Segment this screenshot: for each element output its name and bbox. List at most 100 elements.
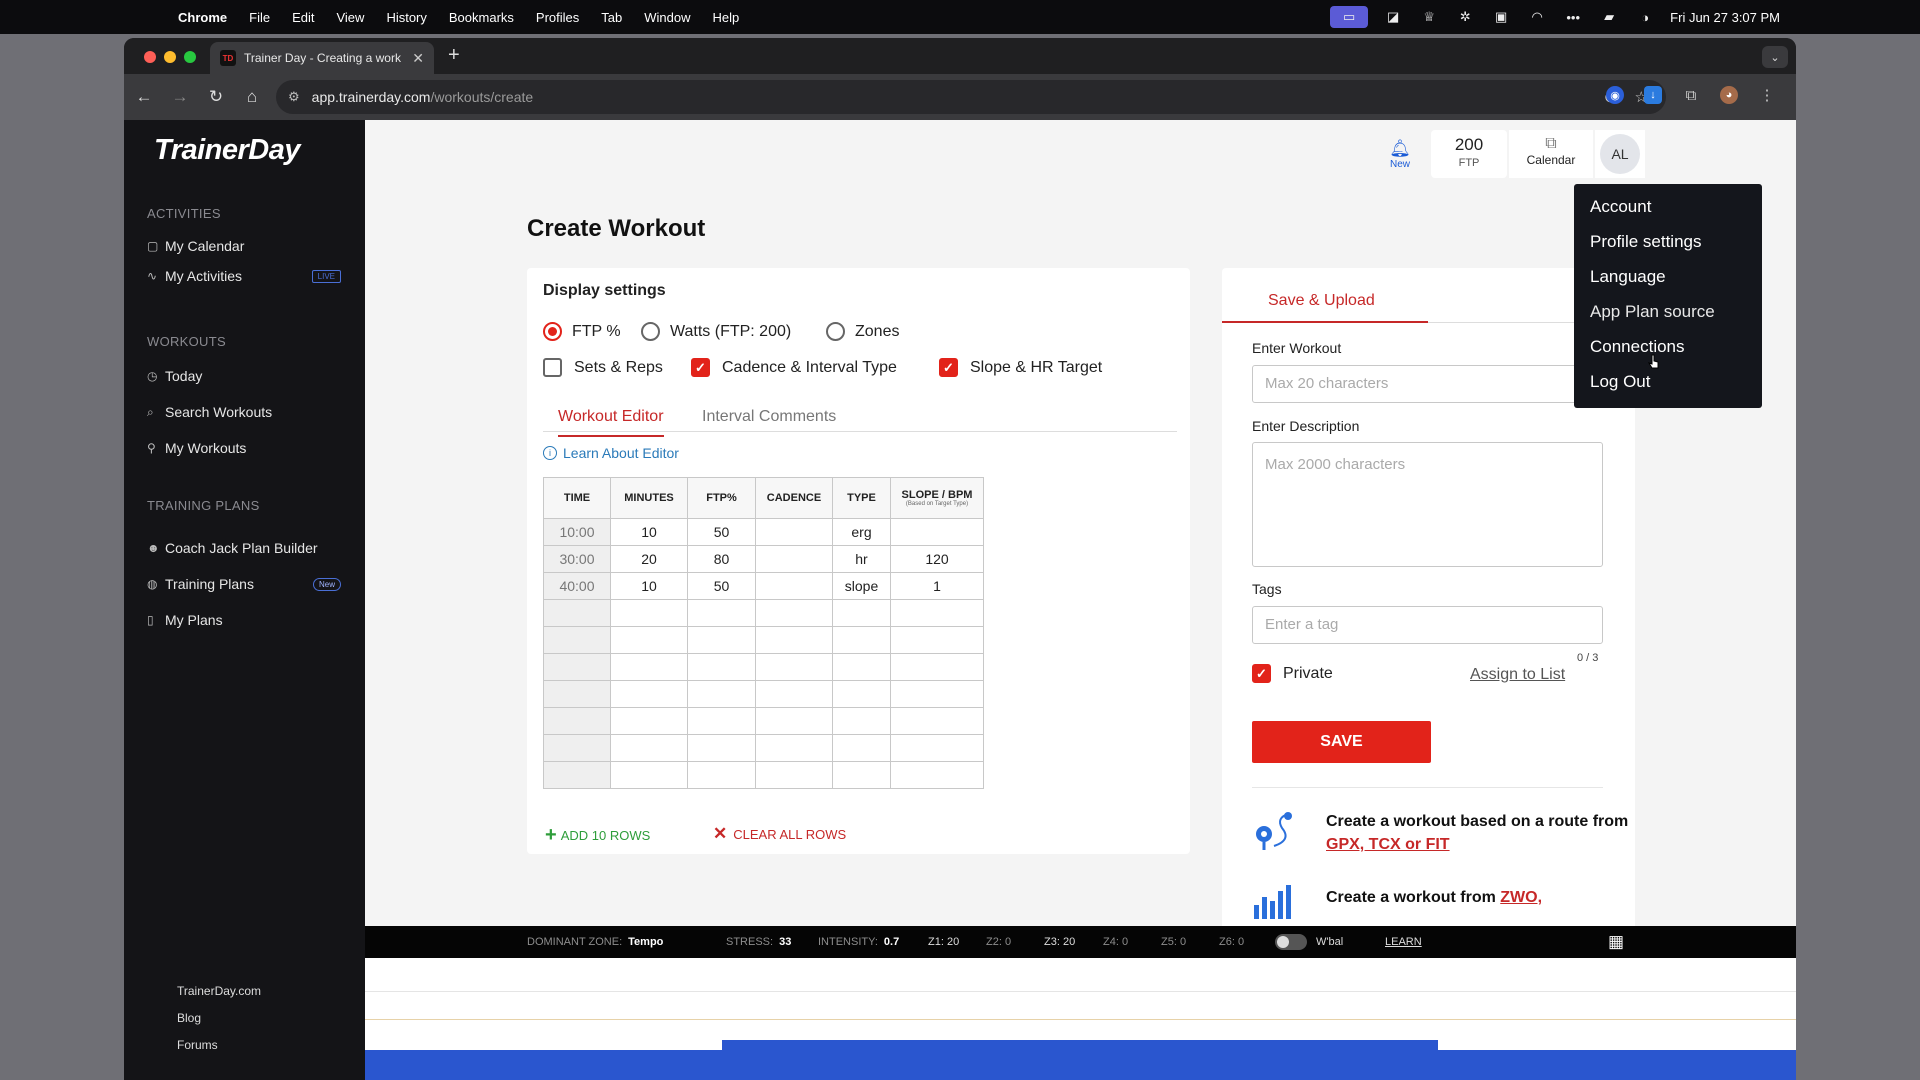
tags-input[interactable]: Enter a tag (1252, 606, 1603, 644)
password-ext-icon[interactable]: ◉ (1606, 86, 1624, 104)
table-cell[interactable] (610, 626, 688, 654)
close-window-button[interactable] (144, 51, 156, 63)
checkbox-cadence-interval[interactable]: ✓ Cadence & Interval Type (691, 358, 897, 377)
radio-watts[interactable]: Watts (FTP: 200) (641, 322, 791, 341)
tab-workout-editor[interactable]: Workout Editor (558, 408, 664, 437)
control-center-icon[interactable]: ◑ (1634, 8, 1656, 26)
table-cell[interactable]: 50 (687, 572, 756, 600)
sidebar-item-my-calendar[interactable]: ▢ My Calendar (147, 238, 347, 254)
table-cell[interactable] (890, 518, 984, 546)
sidebar-item-coach-jack[interactable]: ☻ Coach Jack Plan Builder (147, 540, 347, 556)
table-cell[interactable] (610, 653, 688, 681)
table-cell[interactable] (755, 599, 833, 627)
address-bar[interactable]: ⚙ app.trainerday.com/workouts/create ⊘ ☆ (276, 80, 1666, 114)
table-cell[interactable] (890, 707, 984, 735)
clear-rows-button[interactable]: ✕ CLEAR ALL ROWS (713, 824, 846, 844)
tab-search-chevron-icon[interactable]: ⌄ (1762, 46, 1788, 68)
radio-zones[interactable]: Zones (826, 322, 899, 341)
menubar-datetime[interactable]: Fri Jun 27 3:07 PM (1670, 10, 1780, 25)
forward-icon[interactable]: → (162, 87, 198, 107)
table-cell[interactable] (755, 734, 833, 762)
menu-profiles[interactable]: Profiles (536, 10, 579, 25)
table-cell[interactable]: 50 (687, 518, 756, 546)
menu-item-log-out[interactable]: Log Out (1574, 371, 1762, 406)
footer-link-forums[interactable]: Forums (177, 1038, 218, 1052)
table-cell[interactable] (755, 572, 833, 600)
table-cell[interactable] (687, 626, 756, 654)
reload-icon[interactable]: ↻ (198, 87, 234, 107)
checkbox-slope-hr[interactable]: ✓ Slope & HR Target (939, 358, 1102, 377)
menu-help[interactable]: Help (713, 10, 740, 25)
assign-to-list-link[interactable]: Assign to List (1470, 666, 1565, 684)
table-cell[interactable] (687, 653, 756, 681)
description-textarea[interactable]: Max 2000 characters (1252, 442, 1603, 567)
back-icon[interactable]: ← (126, 87, 162, 107)
table-cell[interactable] (832, 761, 891, 789)
status-trophy-icon[interactable]: ♕ (1418, 8, 1440, 26)
table-cell[interactable] (755, 545, 833, 573)
zwo-link[interactable]: ZWO, (1500, 889, 1542, 906)
wifi-icon[interactable]: ◠ (1526, 8, 1548, 26)
radio-ftp-percent[interactable]: FTP % (543, 322, 621, 341)
sidebar-item-my-plans[interactable]: ▯ My Plans (147, 612, 347, 628)
table-cell[interactable] (687, 707, 756, 735)
chrome-menu-icon[interactable]: ⋮ (1758, 86, 1776, 104)
table-cell[interactable] (610, 734, 688, 762)
table-cell[interactable] (610, 680, 688, 708)
trainerday-logo[interactable]: TrainerDay (154, 134, 301, 167)
extensions-puzzle-icon[interactable]: ⧉ (1682, 86, 1700, 104)
close-tab-icon[interactable]: ✕ (412, 50, 424, 67)
calculator-icon[interactable]: ▦ (1608, 932, 1624, 952)
table-cell[interactable]: 20 (610, 545, 688, 573)
sidebar-item-today[interactable]: ◷ Today (147, 368, 347, 384)
profile-avatar-icon[interactable]: ◕ (1720, 86, 1738, 104)
add-rows-button[interactable]: + ADD 10 ROWS (545, 824, 650, 847)
private-checkbox[interactable]: ✓ Private (1252, 664, 1333, 683)
save-button[interactable]: SAVE (1252, 721, 1431, 763)
home-icon[interactable]: ⌂ (234, 87, 270, 107)
notifications-button[interactable]: 🔔︎ New (1375, 139, 1425, 170)
table-cell[interactable] (687, 761, 756, 789)
site-info-icon[interactable]: ⚙ (288, 89, 300, 105)
minimize-window-button[interactable] (164, 51, 176, 63)
table-cell[interactable] (890, 734, 984, 762)
table-cell[interactable] (610, 599, 688, 627)
menu-tab[interactable]: Tab (601, 10, 622, 25)
ftp-button[interactable]: 200 FTP (1431, 130, 1507, 178)
table-cell[interactable]: 80 (687, 545, 756, 573)
table-cell[interactable] (890, 653, 984, 681)
screen-mirror-icon[interactable]: ▭ (1330, 6, 1369, 28)
table-cell[interactable]: 10 (610, 518, 688, 546)
gpx-link[interactable]: GPX, TCX or FIT (1326, 836, 1450, 853)
table-cell[interactable] (610, 707, 688, 735)
checkbox-sets-reps[interactable]: Sets & Reps (543, 358, 663, 377)
table-cell[interactable] (610, 761, 688, 789)
table-cell[interactable]: slope (832, 572, 891, 600)
table-cell[interactable] (832, 680, 891, 708)
table-cell[interactable] (755, 707, 833, 735)
table-cell[interactable]: 10 (610, 572, 688, 600)
table-cell[interactable] (832, 707, 891, 735)
table-cell[interactable] (832, 626, 891, 654)
menu-app-name[interactable]: Chrome (178, 10, 227, 25)
battery-icon[interactable]: ▰ (1598, 8, 1620, 26)
table-cell[interactable] (890, 626, 984, 654)
more-icon[interactable]: ••• (1562, 8, 1584, 26)
table-cell[interactable] (755, 518, 833, 546)
wbal-toggle[interactable] (1275, 934, 1307, 950)
table-cell[interactable] (687, 599, 756, 627)
tab-interval-comments[interactable]: Interval Comments (702, 408, 836, 426)
table-cell[interactable] (832, 599, 891, 627)
table-cell[interactable]: 120 (890, 545, 984, 573)
learn-link[interactable]: LEARN (1385, 936, 1422, 948)
table-cell[interactable] (755, 680, 833, 708)
menu-view[interactable]: View (336, 10, 364, 25)
butterfly-icon[interactable]: ✲ (1454, 8, 1476, 26)
table-cell[interactable] (890, 761, 984, 789)
table-cell[interactable] (890, 599, 984, 627)
sidebar-item-training-plans[interactable]: ◍ Training Plans New (147, 576, 347, 592)
menu-file[interactable]: File (249, 10, 270, 25)
menu-bookmarks[interactable]: Bookmarks (449, 10, 514, 25)
table-cell[interactable] (755, 653, 833, 681)
menu-window[interactable]: Window (644, 10, 690, 25)
